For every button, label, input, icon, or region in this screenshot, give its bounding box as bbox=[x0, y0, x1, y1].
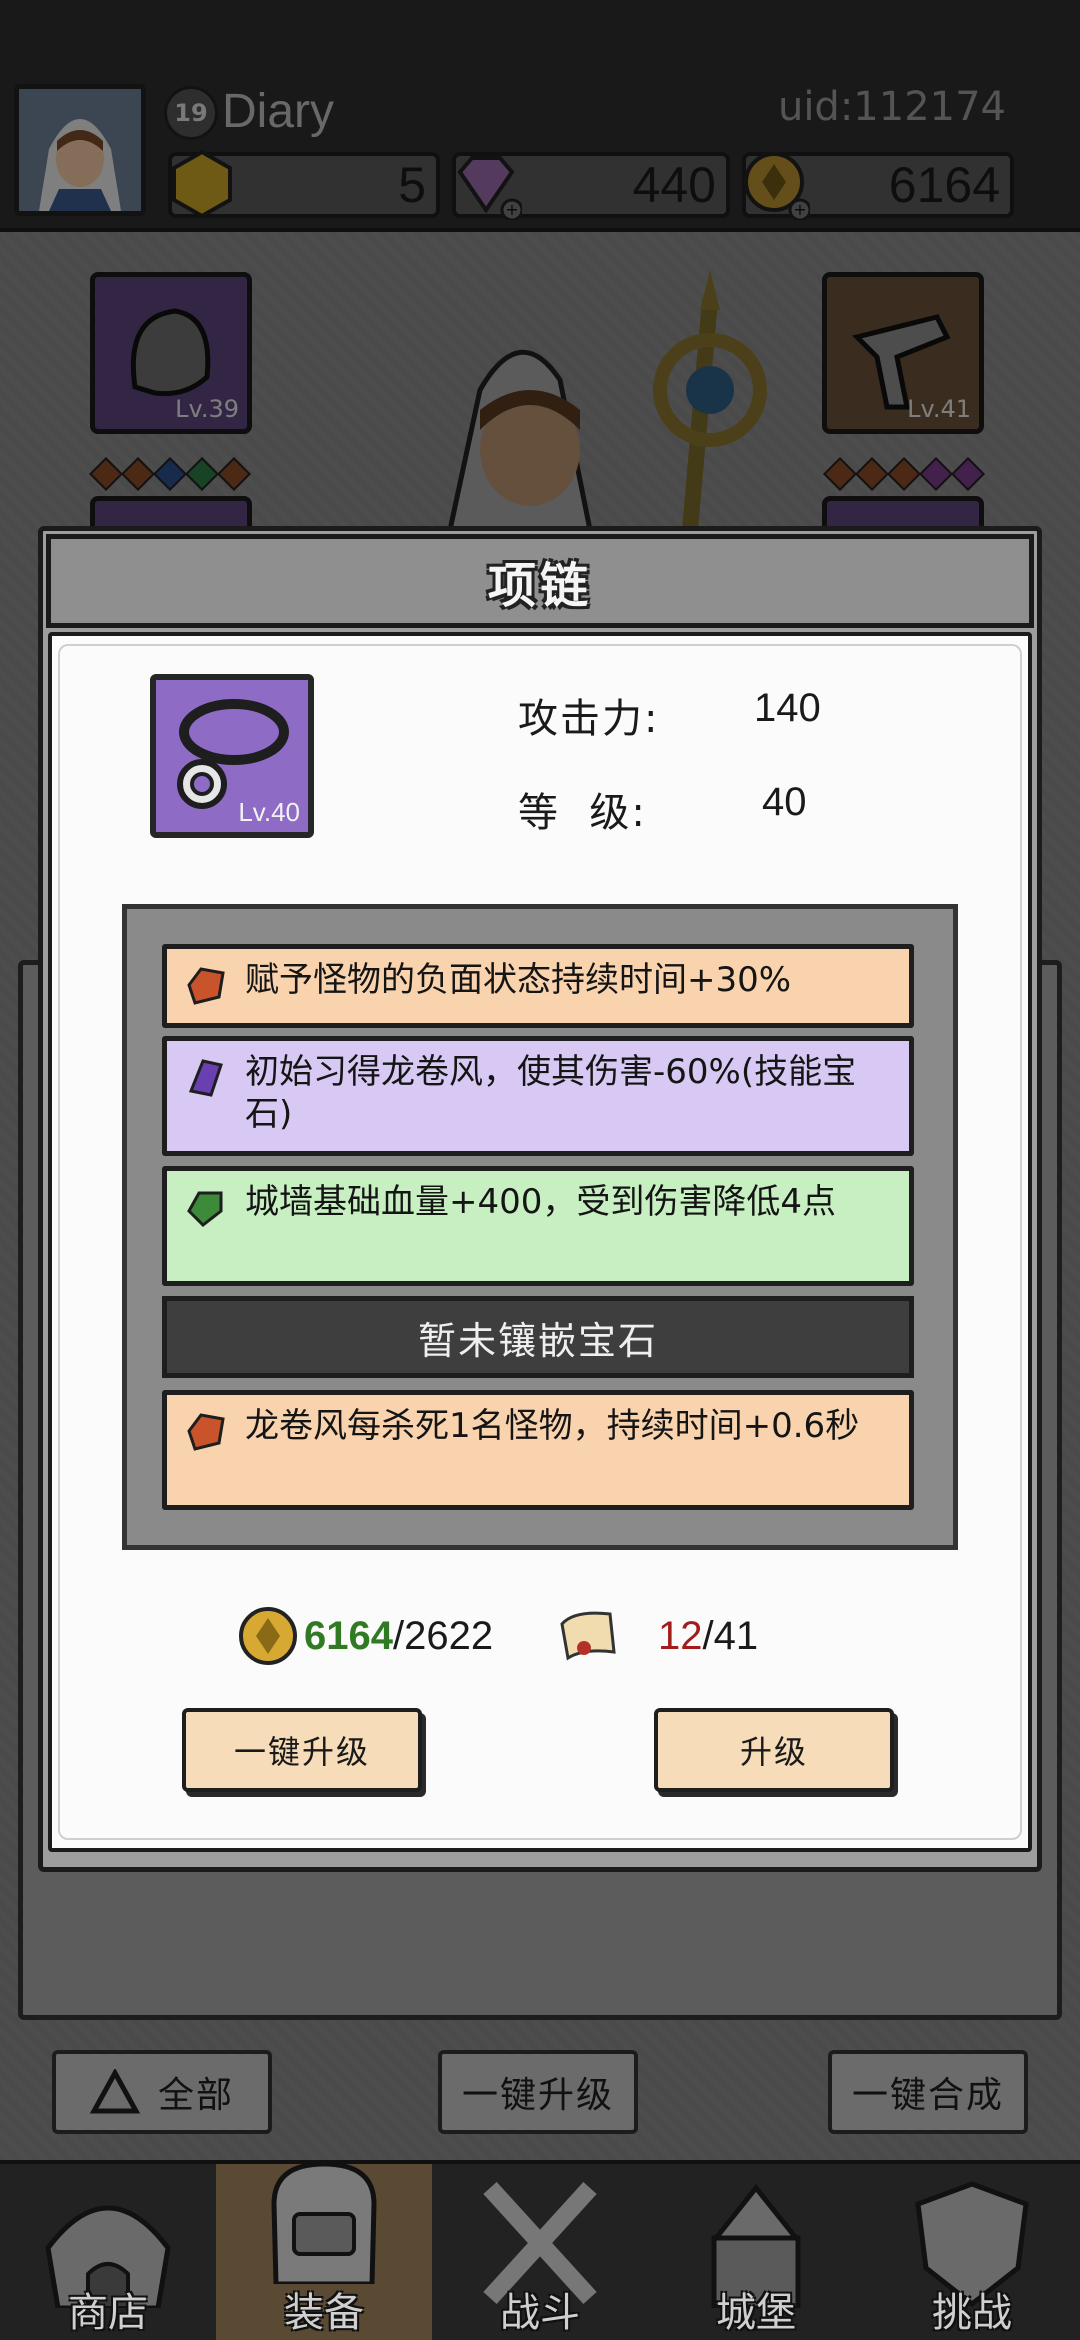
orange-gem-icon bbox=[187, 967, 225, 1005]
gold-need: /2622 bbox=[392, 1613, 494, 1658]
filter-all-label: 全部 bbox=[157, 2075, 234, 2116]
scroll-need: /41 bbox=[702, 1613, 759, 1658]
scroll-cost: 12 /41 bbox=[554, 1604, 758, 1668]
game-screen: 19 Diary uid:112174 5 440 + 6164 + Lv.39… bbox=[0, 0, 1080, 2340]
gem-effect-text: 城墙基础血量+400，受到伤害降低4点 bbox=[245, 1182, 837, 1222]
nav-challenge[interactable]: 挑战 bbox=[864, 2164, 1080, 2340]
upgrade-button[interactable]: 升级 bbox=[654, 1708, 894, 1792]
gem-effect-text: 赋予怪物的负面状态持续时间+30% bbox=[245, 960, 792, 1000]
modal-title: 项链 bbox=[487, 558, 592, 614]
item-preview: Lv.40 bbox=[150, 674, 314, 838]
level-value: 40 bbox=[762, 780, 807, 824]
auto-upgrade-button[interactable]: 一键升级 bbox=[182, 1708, 422, 1792]
nav-castle-label: 城堡 bbox=[716, 2290, 796, 2336]
batch-merge-button[interactable]: 一键合成 bbox=[828, 2050, 1028, 2134]
gold-have: 6164 bbox=[304, 1613, 393, 1658]
nav-battle-label: 战斗 bbox=[500, 2290, 580, 2336]
gem-slot-1[interactable]: 赋予怪物的负面状态持续时间+30% bbox=[162, 944, 914, 1028]
gem-slot-3[interactable]: 城墙基础血量+400，受到伤害降低4点 bbox=[162, 1166, 914, 1286]
orange-gem-icon bbox=[187, 1413, 225, 1451]
nav-castle[interactable]: 城堡 bbox=[648, 2164, 864, 2340]
modal-header: 项链 bbox=[46, 534, 1034, 628]
nav-challenge-label: 挑战 bbox=[932, 2290, 1012, 2336]
nav-battle[interactable]: 战斗 bbox=[432, 2164, 648, 2340]
gem-slot-2[interactable]: 初始习得龙卷风，使其伤害-60%(技能宝石) bbox=[162, 1036, 914, 1156]
batch-upgrade-button[interactable]: 一键升级 bbox=[438, 2050, 638, 2134]
nav-shop-label: 商店 bbox=[68, 2290, 148, 2336]
backpack-icon bbox=[271, 2161, 377, 2284]
gem-effect-text: 龙卷风每杀死1名怪物，持续时间+0.6秒 bbox=[245, 1406, 860, 1446]
green-gem-icon bbox=[187, 1191, 223, 1227]
nav-shop[interactable]: 商店 bbox=[0, 2164, 216, 2340]
item-level: Lv.40 bbox=[238, 797, 300, 827]
gem-slot-empty[interactable]: 暂未镶嵌宝石 bbox=[162, 1296, 914, 1378]
scroll-icon bbox=[560, 1611, 616, 1661]
gem-effect-text: 初始习得龙卷风，使其伤害-60%(技能宝石) bbox=[245, 1052, 857, 1134]
nav-equipment[interactable]: 装备 bbox=[216, 2161, 432, 2340]
attack-label: 攻击力: bbox=[518, 696, 660, 742]
scroll-have: 12 bbox=[658, 1613, 703, 1658]
triangle-filter-icon bbox=[89, 2069, 140, 2114]
filter-all-button[interactable]: 全部 bbox=[52, 2050, 272, 2134]
bottom-nav: 商店 装备 战斗 城堡 挑战 bbox=[0, 2160, 1080, 2340]
gem-slot-5[interactable]: 龙卷风每杀死1名怪物，持续时间+0.6秒 bbox=[162, 1390, 914, 1510]
gold-coin-icon bbox=[239, 1607, 297, 1665]
empty-gem-label: 暂未镶嵌宝石 bbox=[417, 1318, 658, 1363]
attack-value: 140 bbox=[754, 686, 821, 730]
nav-equipment-label: 装备 bbox=[284, 2290, 364, 2336]
level-label: 等 级: bbox=[518, 790, 647, 836]
purple-gem-icon bbox=[188, 1059, 223, 1097]
gold-cost: 6164 /2622 bbox=[236, 1604, 493, 1668]
